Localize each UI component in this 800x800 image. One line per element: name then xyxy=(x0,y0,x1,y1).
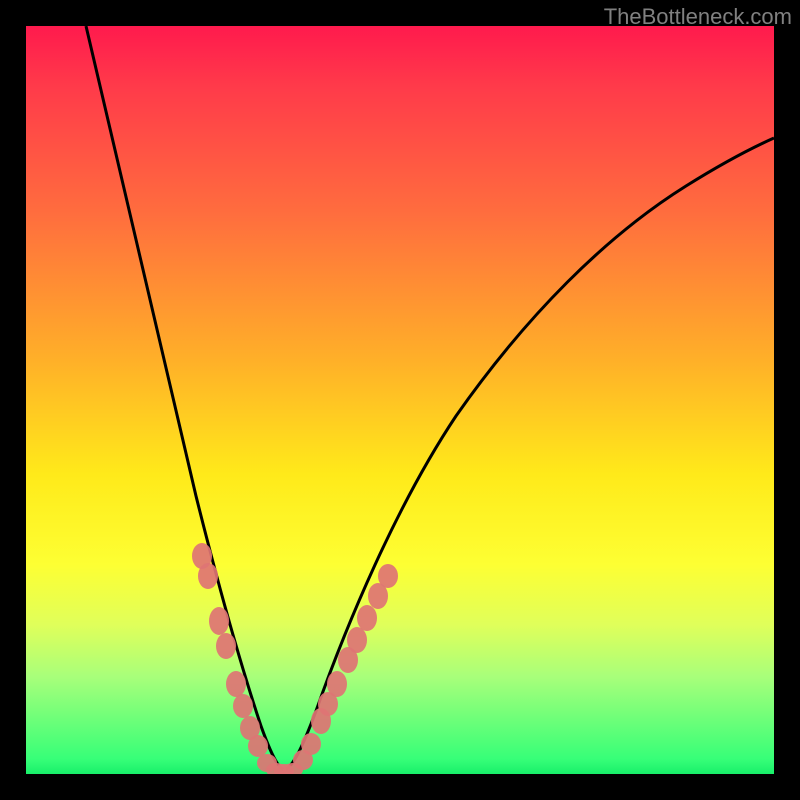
left-curve xyxy=(86,26,284,770)
left-dot-cluster xyxy=(192,543,277,772)
watermark-text: TheBottleneck.com xyxy=(604,4,792,30)
chart-plot-area xyxy=(26,26,774,774)
right-dot-cluster xyxy=(293,564,398,770)
chart-svg xyxy=(26,26,774,774)
right-curve xyxy=(284,138,774,770)
